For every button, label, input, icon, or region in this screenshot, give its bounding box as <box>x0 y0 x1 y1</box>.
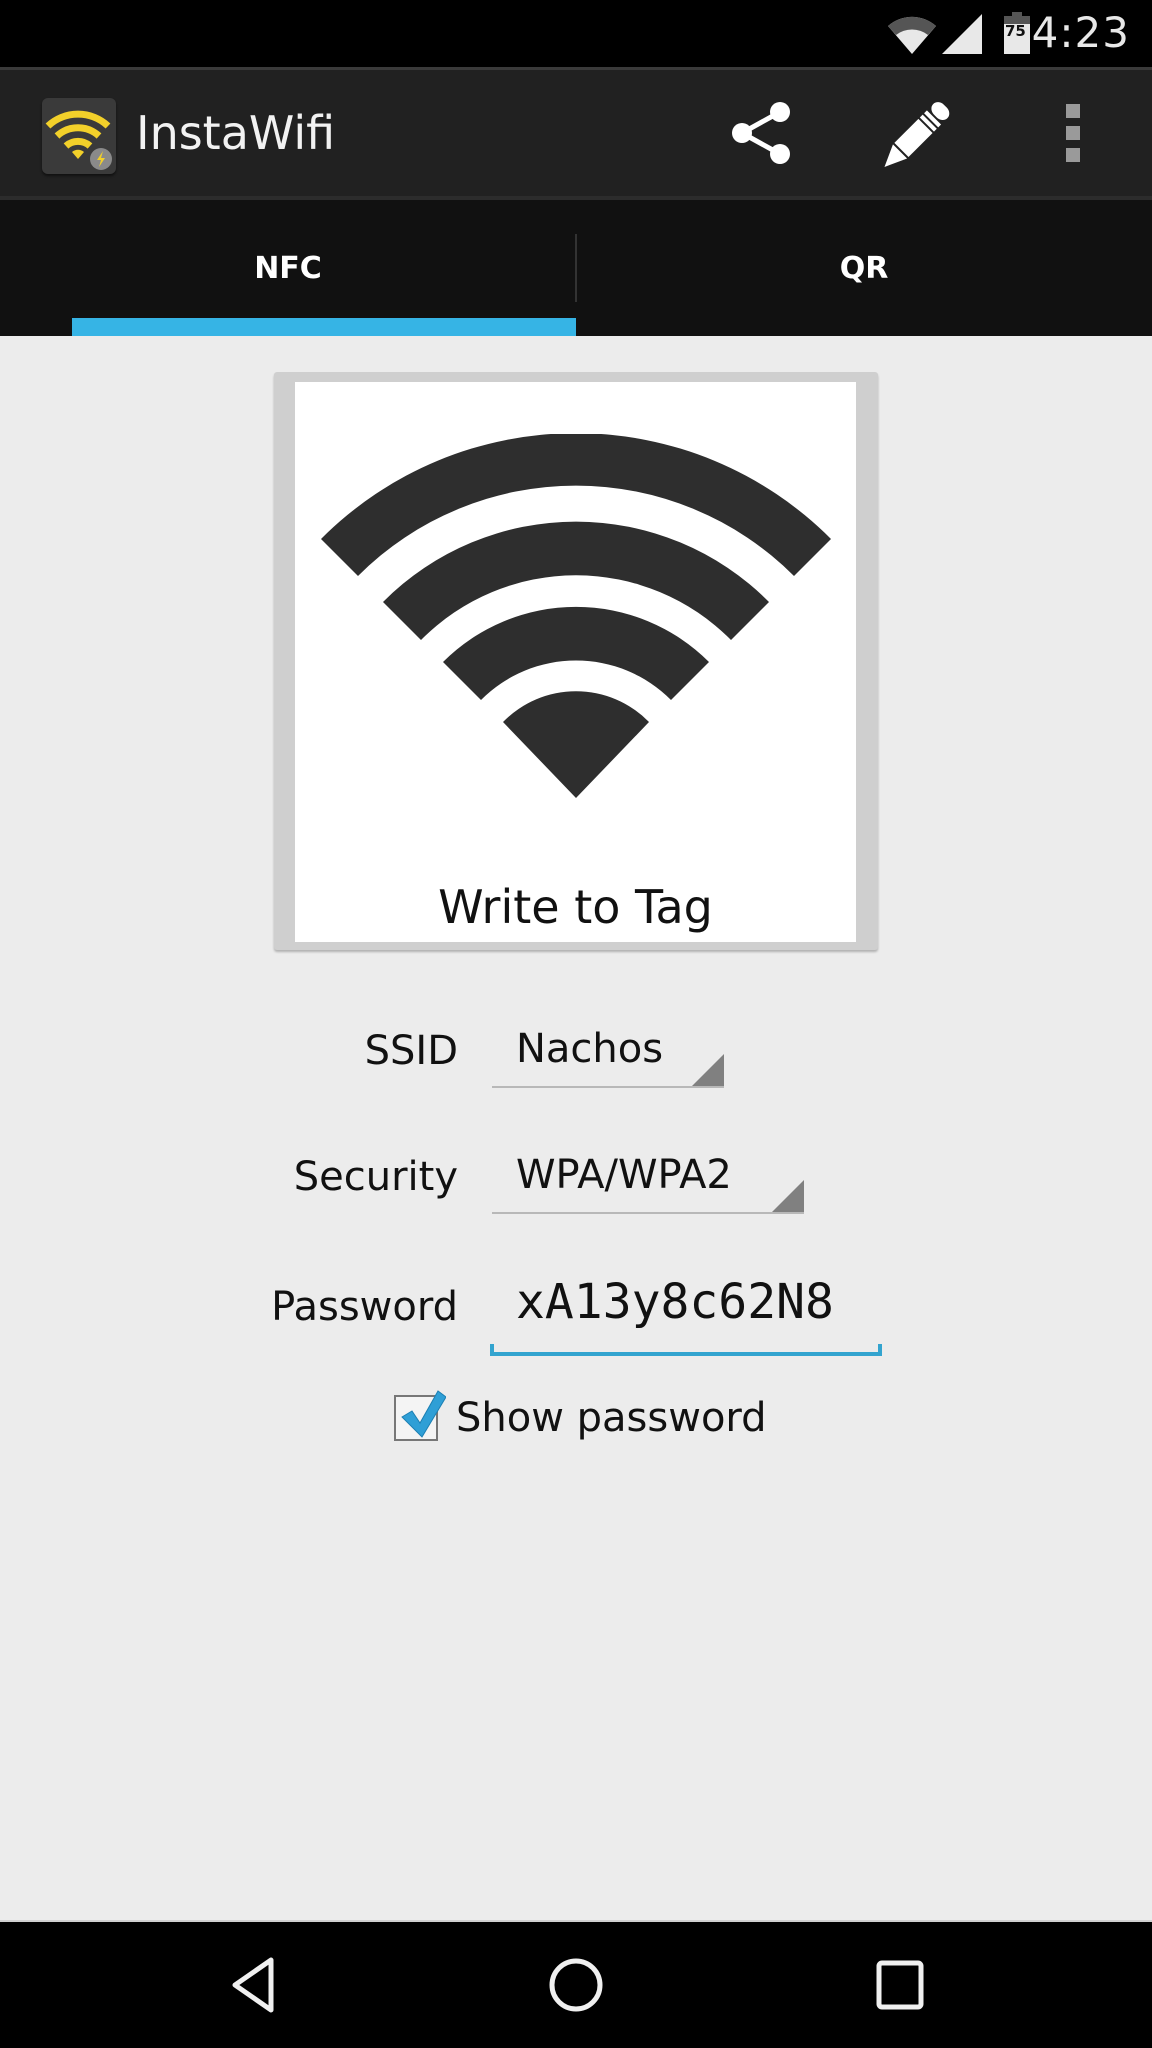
ssid-value: Nachos <box>516 1026 664 1072</box>
security-label: Security <box>293 1154 458 1200</box>
show-password-checkbox[interactable] <box>394 1390 447 1441</box>
status-bar: 75 4:23 <box>0 0 1152 67</box>
ssid-dropdown[interactable]: Nachos <box>492 1026 724 1088</box>
battery-level: 75 <box>1005 22 1026 40</box>
write-to-tag-label: Write to Tag <box>438 880 713 934</box>
share-icon <box>728 100 794 171</box>
back-button[interactable] <box>203 1942 303 2032</box>
cell-signal-icon <box>942 14 982 59</box>
overflow-menu-icon <box>1063 102 1083 169</box>
password-value: xA13y8c62N8 <box>516 1274 834 1330</box>
tab-qr[interactable]: QR <box>576 200 1152 336</box>
home-icon <box>548 1957 604 2018</box>
home-button[interactable] <box>526 1942 626 2032</box>
password-label: Password <box>271 1284 458 1330</box>
ssid-label: SSID <box>364 1028 458 1074</box>
underline-tick-left <box>490 1344 494 1356</box>
wifi-large-icon <box>321 433 831 809</box>
overflow-menu-button[interactable] <box>1028 90 1118 180</box>
edit-pencil-icon <box>880 96 954 175</box>
app-title: InstaWifi <box>136 106 336 160</box>
action-bar: InstaWifi <box>0 67 1152 200</box>
clock: 4:23 <box>1031 8 1130 57</box>
checkmark-icon <box>398 1387 447 1446</box>
nfc-content: Write to Tag SSID Nachos Security WPA/WP… <box>0 336 1152 1920</box>
write-to-tag-card: Write to Tag <box>295 382 856 942</box>
navigation-bar <box>0 1920 1152 2048</box>
security-value: WPA/WPA2 <box>516 1152 732 1198</box>
back-icon <box>231 1957 275 2018</box>
password-underline <box>490 1352 882 1356</box>
tab-selected-indicator <box>72 318 576 336</box>
dropdown-arrow-icon <box>772 1180 804 1212</box>
share-button[interactable] <box>716 90 806 180</box>
dropdown-arrow-icon <box>692 1054 724 1086</box>
tab-nfc[interactable]: NFC <box>0 200 576 336</box>
show-password-label: Show password <box>456 1395 767 1441</box>
recents-icon <box>876 1960 924 2015</box>
wifi-icon <box>886 16 938 61</box>
edit-button[interactable] <box>872 90 962 180</box>
security-dropdown[interactable]: WPA/WPA2 <box>492 1152 804 1214</box>
tab-bar: NFC QR <box>0 200 1152 336</box>
show-password-row[interactable]: Show password <box>394 1388 767 1448</box>
write-to-tag-button[interactable]: Write to Tag <box>274 372 878 950</box>
app-logo-icon <box>42 98 116 174</box>
recents-button[interactable] <box>850 1942 950 2032</box>
underline-tick-right <box>878 1344 882 1356</box>
password-input[interactable]: xA13y8c62N8 <box>490 1270 882 1356</box>
